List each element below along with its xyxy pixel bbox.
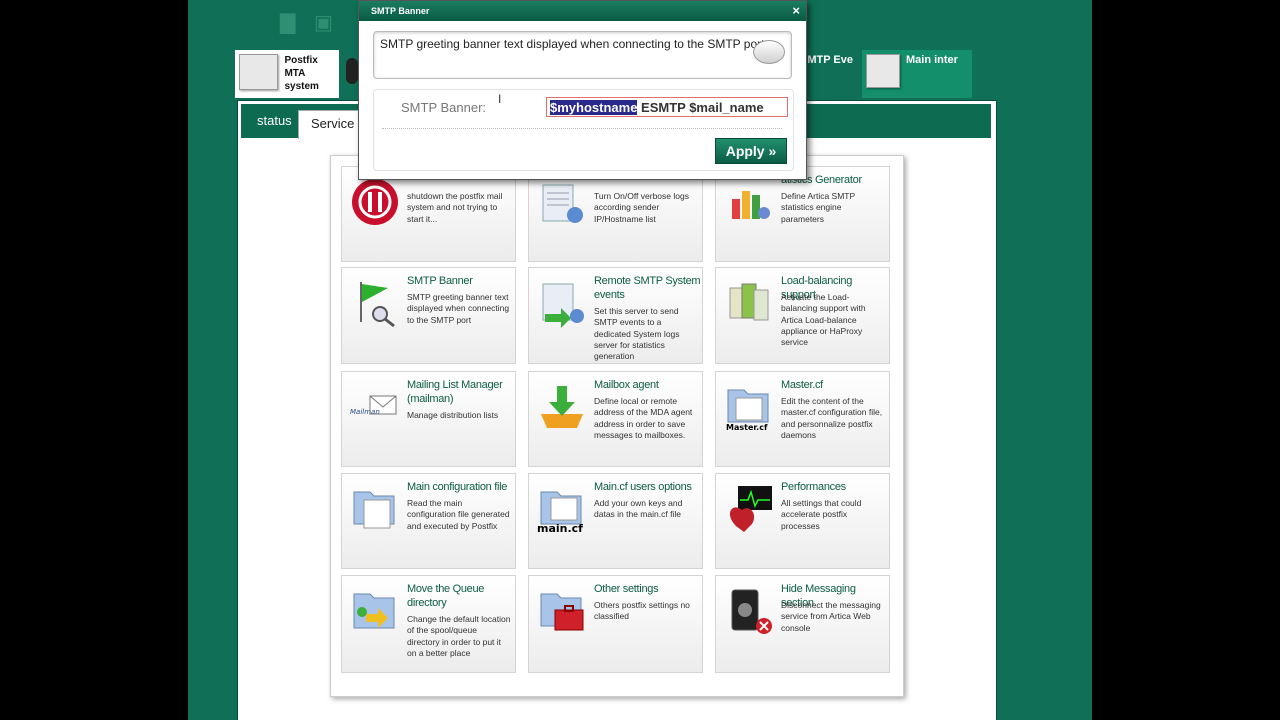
mailbox-download-icon xyxy=(541,386,583,428)
heart-monitor-icon xyxy=(729,486,772,532)
postfix-thumb-icon xyxy=(239,54,279,90)
card-desc: Manage distribution lists xyxy=(407,410,499,420)
main-cf-file-icon: main.cf xyxy=(537,491,583,534)
mailman-icon: Mailman xyxy=(350,395,397,416)
log-settings-icon xyxy=(542,184,583,223)
dialog-title: SMTP Banner xyxy=(359,1,806,21)
card-desc: Edit the content of the master.cf config… xyxy=(781,396,883,440)
main-interface-thumb-icon xyxy=(866,54,900,88)
card-hide-messaging-section[interactable]: Hide Messaging section Disconnect the me… xyxy=(715,575,890,673)
card-master-cf[interactable]: Master.cf Master.cf Edit the content of … xyxy=(715,371,890,467)
card-desc: Turn On/Off verbose logs according sende… xyxy=(594,191,689,224)
card-title: Main configuration file xyxy=(407,481,508,493)
dialog-description-text: SMTP greeting banner text displayed when… xyxy=(380,37,765,51)
card-desc: Define local or remote address of the MD… xyxy=(594,396,693,440)
card-desc: Disconnect the messaging service from Ar… xyxy=(781,600,881,633)
statistics-icon xyxy=(732,191,770,219)
card-main-cf-users-options[interactable]: main.cf Main.cf users options Add your o… xyxy=(528,473,703,569)
folder-move-icon xyxy=(353,593,395,629)
card-desc: Read the main configuration file generat… xyxy=(407,498,510,531)
tab-status[interactable]: status xyxy=(245,108,304,134)
card-title: Main.cf users options xyxy=(594,481,692,493)
flag-search-icon xyxy=(360,282,395,328)
card-title: Move the Queue directory xyxy=(407,583,485,609)
card-title: Mailbox agent xyxy=(594,379,659,391)
tab-postfix-label: Postfix MTA system xyxy=(284,55,319,92)
svg-text:main.cf: main.cf xyxy=(537,522,583,534)
card-desc: All settings that could accelerate postf… xyxy=(781,498,862,531)
card-desc: SMTP greeting banner text displayed when… xyxy=(407,292,510,325)
card-statistics-generator[interactable]: atistics Generator Define Artica SMTP st… xyxy=(715,166,890,262)
toolbox-folder-icon xyxy=(540,593,584,631)
load-balancing-icon xyxy=(729,283,769,321)
card-mailing-list-manager[interactable]: Mailman Mailing List Manager (mailman) M… xyxy=(341,371,516,467)
svg-text:Master.cf: Master.cf xyxy=(726,423,768,432)
card-title: Remote SMTP System events xyxy=(594,275,701,301)
card-other-settings[interactable]: Other settings Others postfix settings n… xyxy=(528,575,703,673)
input-text: ESMTP $mail_name xyxy=(637,100,764,115)
card-performances[interactable]: Performances All settings that could acc… xyxy=(715,473,890,569)
card-main-configuration-file[interactable]: Main configuration file Read the main co… xyxy=(341,473,516,569)
card-remote-smtp-events[interactable]: Remote SMTP System events Set this serve… xyxy=(528,267,703,364)
close-icon[interactable]: × xyxy=(792,3,800,18)
card-desc: Define Artica SMTP statistics engine par… xyxy=(781,191,856,224)
apply-button[interactable]: Apply » xyxy=(715,138,787,164)
main-panel: status Service shutdown the postfix mail… xyxy=(237,100,997,720)
speech-bubble-icon xyxy=(753,40,785,64)
folder-icon[interactable]: ▇ xyxy=(280,10,306,34)
banner-form: SMTP Banner: $myhostname ESMTP $mail_nam… xyxy=(373,89,794,171)
tab-main-interface[interactable]: Main inter xyxy=(862,50,972,98)
svg-text:Mailman: Mailman xyxy=(350,408,380,416)
card-debug-logs[interactable]: Turn On/Off verbose logs according sende… xyxy=(528,166,703,262)
disconnect-icon xyxy=(731,589,772,634)
tab-service[interactable]: Service xyxy=(298,110,368,139)
tab-main-interface-label: Main inter xyxy=(906,54,958,66)
tab-dark-icon[interactable] xyxy=(346,58,358,84)
card-move-queue-directory[interactable]: Move the Queue directory Change the defa… xyxy=(341,575,516,673)
card-desc: Change the default location of the spool… xyxy=(407,614,511,658)
card-desc: Activate the Load-balancing support with… xyxy=(781,292,866,348)
card-title: Other settings xyxy=(594,583,659,595)
card-title: SMTP Banner xyxy=(407,275,473,287)
settings-grid: shutdown the postfix mail system and not… xyxy=(330,155,904,697)
stop-icon xyxy=(352,179,398,225)
tab-smtp-events[interactable]: SMTP Eve xyxy=(800,50,860,102)
card-title: Master.cf xyxy=(781,379,823,391)
card-desc: Set this server to send SMTP events to a… xyxy=(594,306,680,362)
smtp-banner-dialog: SMTP Banner × SMTP greeting banner text … xyxy=(358,0,807,180)
text-cursor-icon: I xyxy=(498,92,502,106)
card-desc: Add your own keys and datas in the main.… xyxy=(594,498,683,520)
smtp-banner-input[interactable]: $myhostname ESMTP $mail_name xyxy=(546,97,788,117)
card-stop-messaging[interactable]: shutdown the postfix mail system and not… xyxy=(341,166,516,262)
tab-smtp-events-label: SMTP Eve xyxy=(800,54,853,66)
remote-log-icon xyxy=(542,283,584,328)
card-desc: Others postfix settings no classified xyxy=(594,600,690,622)
monitor-icon[interactable]: ▣ xyxy=(314,10,340,34)
smtp-banner-label: SMTP Banner: xyxy=(401,100,487,115)
card-mailbox-agent[interactable]: Mailbox agent Define local or remote add… xyxy=(528,371,703,467)
master-cf-file-icon: Master.cf xyxy=(726,389,769,432)
selected-text: $myhostname xyxy=(550,100,638,115)
card-smtp-banner[interactable]: SMTP Banner SMTP greeting banner text di… xyxy=(341,267,516,364)
card-load-balancing[interactable]: Load-balancing support Activate the Load… xyxy=(715,267,890,364)
dialog-description: SMTP greeting banner text displayed when… xyxy=(373,31,792,79)
config-file-icon xyxy=(353,491,395,529)
tab-postfix[interactable]: Postfix MTA system xyxy=(235,50,339,98)
form-divider xyxy=(382,128,782,129)
card-desc: shutdown the postfix mail system and not… xyxy=(407,191,503,224)
card-title: Mailing List Manager (mailman) xyxy=(407,379,503,405)
card-title: Performances xyxy=(781,481,846,493)
